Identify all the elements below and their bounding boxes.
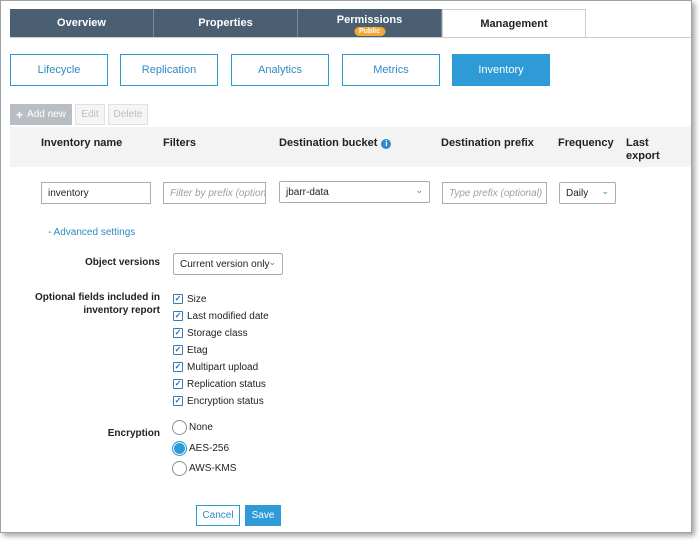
chevron-down-icon: ⌄	[415, 185, 423, 195]
destination-prefix-input[interactable]: Type prefix (optional)	[442, 182, 547, 204]
destination-bucket-select[interactable]: jbarr-data ⌄	[279, 181, 430, 203]
tab-properties[interactable]: Properties	[154, 9, 298, 37]
header-destination-bucket: Destination bucket i	[279, 137, 392, 150]
tab-divider	[10, 37, 691, 38]
radio-aws-kms[interactable]: AWS-KMS	[172, 461, 236, 476]
subtab-inventory[interactable]: Inventory	[452, 54, 550, 86]
checkbox-etag[interactable]: ✓ Etag	[173, 343, 208, 357]
delete-button[interactable]: Delete	[108, 104, 148, 125]
subtab-analytics[interactable]: Analytics	[231, 54, 329, 86]
subtab-metrics[interactable]: Metrics	[342, 54, 440, 86]
plus-icon: +	[16, 107, 24, 122]
tab-overview[interactable]: Overview	[10, 9, 154, 37]
inventory-table-header: Inventory name Filters Destination bucke…	[10, 127, 691, 167]
radio-aes-256[interactable]: AES-256	[172, 441, 229, 456]
add-new-button[interactable]: + Add new	[10, 104, 72, 125]
frequency-select[interactable]: Daily ⌄	[559, 182, 616, 204]
checkmark-icon[interactable]: ✓	[173, 379, 183, 389]
subtab-lifecycle[interactable]: Lifecycle	[10, 54, 108, 86]
header-inventory-name: Inventory name	[41, 137, 123, 149]
advanced-settings-link[interactable]: - Advanced settings	[48, 227, 135, 238]
optional-fields-label: Optional fields included in inventory rep…	[34, 292, 160, 316]
inventory-name-input[interactable]: inventory	[41, 182, 151, 204]
radio-button[interactable]	[172, 461, 187, 476]
header-frequency: Frequency	[558, 137, 614, 149]
subtab-replication[interactable]: Replication	[120, 54, 218, 86]
checkbox-multipart-upload[interactable]: ✓ Multipart upload	[173, 360, 258, 374]
checkbox-storage-class[interactable]: ✓ Storage class	[173, 326, 248, 340]
header-filters: Filters	[163, 137, 197, 149]
chevron-down-icon: ⌄	[601, 186, 609, 196]
checkmark-icon[interactable]: ✓	[173, 294, 183, 304]
checkmark-icon[interactable]: ✓	[173, 396, 183, 406]
cancel-button[interactable]: Cancel	[196, 505, 240, 526]
radio-button[interactable]	[172, 420, 187, 435]
object-versions-select[interactable]: Current version only ⌄	[173, 253, 283, 275]
checkmark-icon[interactable]: ✓	[173, 311, 183, 321]
checkmark-icon[interactable]: ✓	[173, 345, 183, 355]
checkbox-replication-status[interactable]: ✓ Replication status	[173, 377, 266, 391]
header-last-export: Last export	[626, 137, 660, 162]
info-icon[interactable]: i	[381, 139, 392, 149]
save-button[interactable]: Save	[245, 505, 281, 526]
checkbox-size[interactable]: ✓ Size	[173, 292, 206, 306]
encryption-label: Encryption	[107, 428, 160, 439]
inventory-config-window: Overview Properties Permissions Public M…	[0, 0, 692, 533]
chevron-down-icon: ⌄	[268, 257, 276, 267]
checkbox-last-modified-date[interactable]: ✓ Last modified date	[173, 309, 269, 323]
radio-button-selected[interactable]	[172, 441, 187, 456]
header-destination-prefix: Destination prefix	[441, 137, 534, 149]
top-tab-bar: Overview Properties Permissions Public M…	[10, 9, 586, 38]
checkmark-icon[interactable]: ✓	[173, 362, 183, 372]
object-versions-label: Object versions	[84, 257, 160, 268]
radio-none[interactable]: None	[172, 420, 213, 435]
tab-management[interactable]: Management	[442, 9, 586, 38]
filter-prefix-input[interactable]: Filter by prefix (option...	[163, 182, 266, 204]
tab-permissions[interactable]: Permissions Public	[298, 9, 442, 37]
edit-button[interactable]: Edit	[75, 104, 105, 125]
public-badge: Public	[353, 27, 386, 36]
checkbox-encryption-status[interactable]: ✓ Encryption status	[173, 394, 264, 408]
checkmark-icon[interactable]: ✓	[173, 328, 183, 338]
